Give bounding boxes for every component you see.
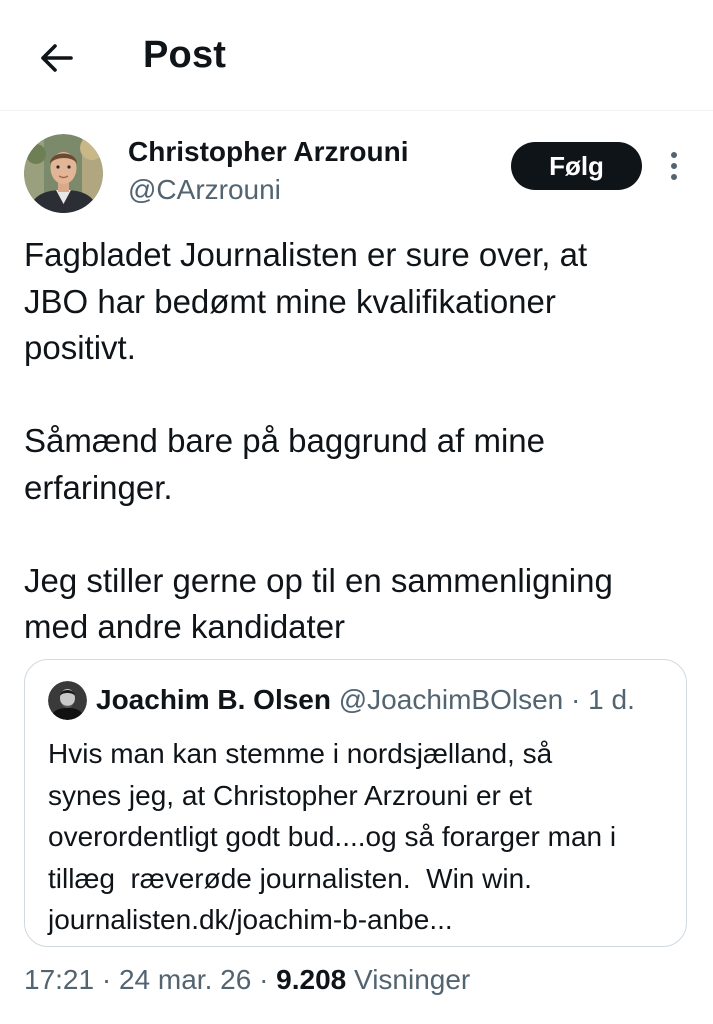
post-line: Såmænd bare på baggrund af mine <box>24 422 546 459</box>
back-button[interactable] <box>34 36 78 80</box>
top-bar: Post <box>0 0 713 111</box>
quote-line: overordentligt godt bud....og så forarge… <box>48 821 617 852</box>
arrow-left-icon <box>41 44 73 72</box>
quoted-post[interactable]: Joachim B. Olsen @JoachimBOlsen · 1 d. H… <box>24 659 687 947</box>
quote-timestamp: 1 d. <box>588 684 635 715</box>
post-line: JBO har bedømt mine kvalifikationer <box>24 282 556 320</box>
quote-line: synes jeg, at Christopher Arzrouni er et <box>48 779 533 811</box>
quote-author-handle: @JoachimBOlsen <box>338 684 564 715</box>
quote-text: Hvis man kan stemme i nordsjælland, så s… <box>48 733 678 941</box>
quote-author-name: Joachim B. Olsen <box>96 684 331 715</box>
quote-line: Hvis man kan stemme i nordsjælland, så <box>48 738 553 769</box>
post-line: Fagbladet Journalisten er sure over, at <box>24 236 588 273</box>
quote-separator: · <box>571 684 581 715</box>
views-count[interactable]: 9.208 <box>276 964 346 995</box>
post-line: positivt. <box>24 329 136 366</box>
post-line: Jeg stiller gerne op til en sammenlignin… <box>24 561 613 599</box>
quote-header: Joachim B. Olsen @JoachimBOlsen · 1 d. <box>96 684 635 716</box>
follow-button[interactable]: Følg <box>511 142 642 190</box>
quote-author-avatar <box>48 681 87 720</box>
author-handle[interactable]: @CArzrouni <box>128 174 281 206</box>
more-options-button[interactable] <box>662 148 686 184</box>
post-metadata: 17:21 · 24 mar. 26 · 9.208 Visninger <box>24 964 470 996</box>
meta-separator: · <box>101 964 112 995</box>
author-name[interactable]: Christopher Arzrouni <box>128 136 409 168</box>
quote-line: tillæg ræverøde journalisten. Win win. <box>48 862 532 894</box>
more-vertical-icon <box>671 152 677 180</box>
post-time[interactable]: 17:21 <box>24 964 94 995</box>
post-line: erfaringer. <box>24 468 173 506</box>
views-label[interactable]: Visninger <box>354 964 470 995</box>
meta-separator: · <box>259 964 269 995</box>
author-avatar[interactable] <box>24 134 103 213</box>
quote-link[interactable]: journalisten.dk/joachim-b-anbe... <box>48 899 678 941</box>
post-line: med andre kandidater <box>24 608 346 645</box>
post-date[interactable]: 24 mar. 26 <box>119 964 251 995</box>
post-text: Fagbladet Journalisten er sure over, at … <box>24 232 694 651</box>
page-title: Post <box>143 34 227 76</box>
